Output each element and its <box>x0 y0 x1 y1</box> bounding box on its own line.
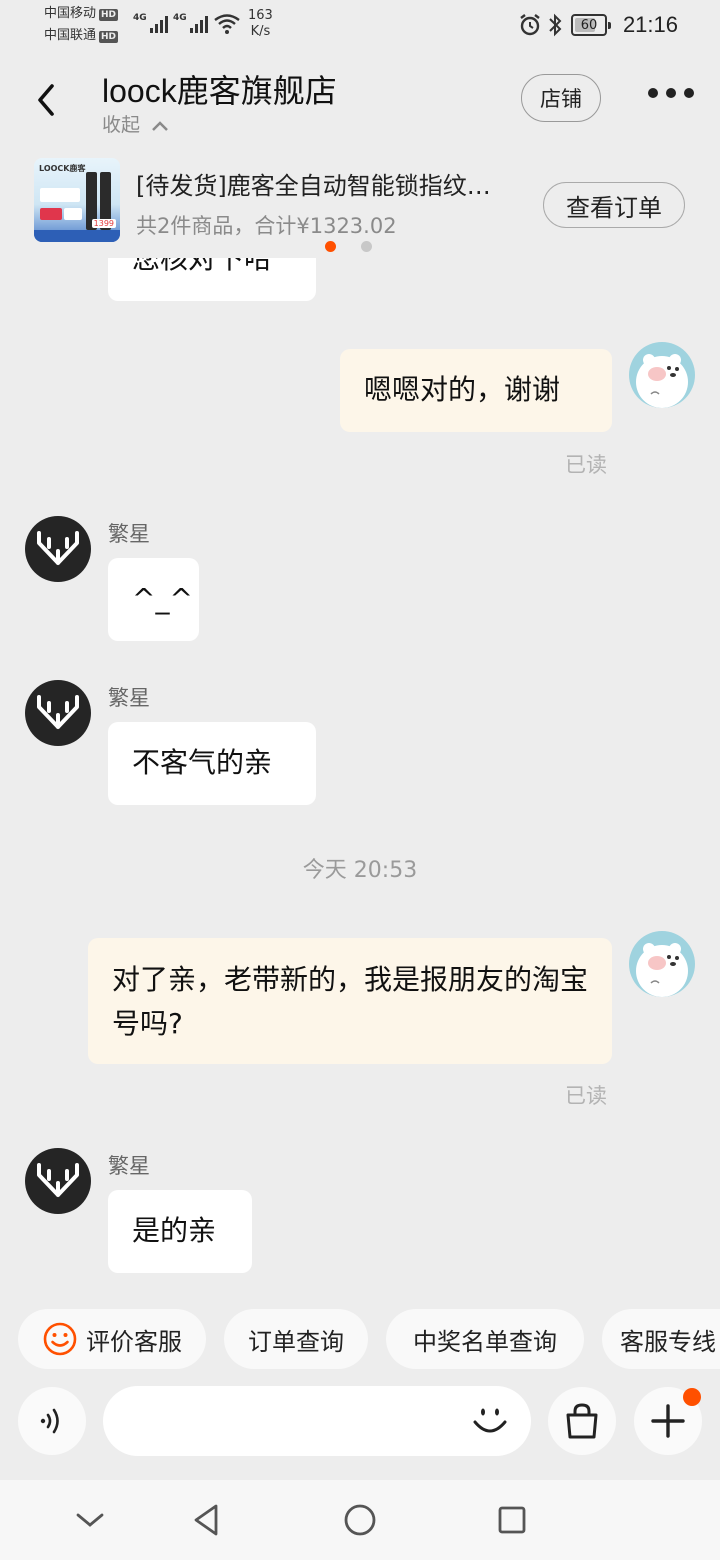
chat-header: loock鹿客旗舰店 收起 店铺 <box>0 50 720 150</box>
order-title: [待发货]鹿客全自动智能锁指纹… <box>136 172 491 200</box>
bluetooth-icon <box>549 13 562 37</box>
triangle-back-icon <box>194 1504 218 1536</box>
message-input[interactable] <box>103 1386 531 1456</box>
agent-avatar[interactable] <box>25 516 91 582</box>
signal-icon: 4G <box>173 13 208 33</box>
chevron-down-icon <box>76 1513 104 1527</box>
sender-name: 繁星 <box>108 522 150 546</box>
user-avatar[interactable] <box>629 931 695 997</box>
back-arrow-icon[interactable] <box>30 82 66 118</box>
quick-reply-order-query[interactable]: 订单查询 <box>224 1309 368 1369</box>
order-card[interactable]: LOOCK鹿客 1399 [待发货]鹿客全自动智能锁指纹… 共2件商品，合计¥1… <box>0 150 720 258</box>
more-horizontal-icon[interactable] <box>648 88 694 98</box>
circle-home-icon <box>344 1504 376 1536</box>
message-bubble-user[interactable]: 对了亲，老带新的，我是报朋友的淘宝号吗? <box>88 938 612 1064</box>
message-bubble-agent[interactable]: 是的亲 <box>108 1190 252 1273</box>
quick-reply-service-line[interactable]: 客服专线 <box>602 1309 720 1369</box>
message-bubble-user[interactable]: 嗯嗯对的，谢谢 <box>340 349 612 432</box>
shop-title: loock鹿客旗舰店 <box>102 73 337 109</box>
shopping-bag-icon <box>566 1403 598 1439</box>
read-status: 已读 <box>565 1084 607 1108</box>
alarm-icon <box>520 14 540 36</box>
deer-logo-icon <box>37 531 79 565</box>
read-status: 已读 <box>565 453 607 477</box>
sender-name: 繁星 <box>108 1154 150 1178</box>
nav-home-button[interactable] <box>340 1500 380 1540</box>
agent-avatar[interactable] <box>25 1148 91 1214</box>
network-speed: 163 K/s <box>248 8 273 39</box>
nav-back-button[interactable] <box>186 1500 226 1540</box>
notification-badge <box>683 1388 701 1406</box>
system-nav-bar <box>0 1480 720 1560</box>
smile-icon <box>43 1322 77 1356</box>
clock: 21:16 <box>622 12 678 37</box>
sender-name: 繁星 <box>108 686 150 710</box>
quick-reply-rate-service[interactable]: 评价客服 <box>18 1309 206 1369</box>
view-order-button[interactable]: 查看订单 <box>543 182 685 228</box>
message-bubble[interactable]: 您核对下哈 <box>108 258 316 301</box>
user-avatar[interactable] <box>629 342 695 408</box>
time-separator: 今天 20:53 <box>302 858 418 883</box>
plus-icon <box>651 1404 685 1438</box>
polar-bear-icon <box>636 354 688 408</box>
emoji-icon[interactable] <box>470 1400 510 1440</box>
wifi-icon <box>214 14 240 34</box>
voice-icon <box>40 1408 59 1434</box>
pager-dot-active <box>325 241 336 252</box>
quick-reply-winner-list[interactable]: 中奖名单查询 <box>386 1309 584 1369</box>
product-thumbnail[interactable]: LOOCK鹿客 1399 <box>34 158 120 242</box>
store-button[interactable]: 店铺 <box>521 74 601 122</box>
voice-button[interactable] <box>18 1387 86 1455</box>
shopping-bag-button[interactable] <box>548 1387 616 1455</box>
chevron-up-icon <box>152 120 168 131</box>
nav-collapse-button[interactable] <box>70 1500 110 1540</box>
square-recents-icon <box>498 1506 526 1534</box>
battery-icon: 60 <box>571 14 611 36</box>
order-summary: 共2件商品，合计¥1323.02 <box>136 214 397 238</box>
deer-logo-icon <box>37 1163 79 1197</box>
deer-logo-icon <box>37 695 79 729</box>
pager-dot <box>361 241 372 252</box>
status-bar: 中国移动 HD 中国联通 HD 4G 4G 163 K/s 60 21:16 <box>0 0 720 50</box>
message-bubble-agent[interactable]: 不客气的亲 <box>108 722 316 805</box>
carrier-2: 中国联通 HD <box>44 28 119 43</box>
signal-icon: 4G <box>133 13 168 33</box>
collapse-toggle[interactable]: 收起 <box>102 110 170 137</box>
agent-avatar[interactable] <box>25 680 91 746</box>
polar-bear-icon <box>636 943 688 997</box>
carrier-1: 中国移动 HD <box>44 6 119 21</box>
message-bubble-agent[interactable]: ^_^ <box>108 558 199 641</box>
nav-recents-button[interactable] <box>492 1500 532 1540</box>
